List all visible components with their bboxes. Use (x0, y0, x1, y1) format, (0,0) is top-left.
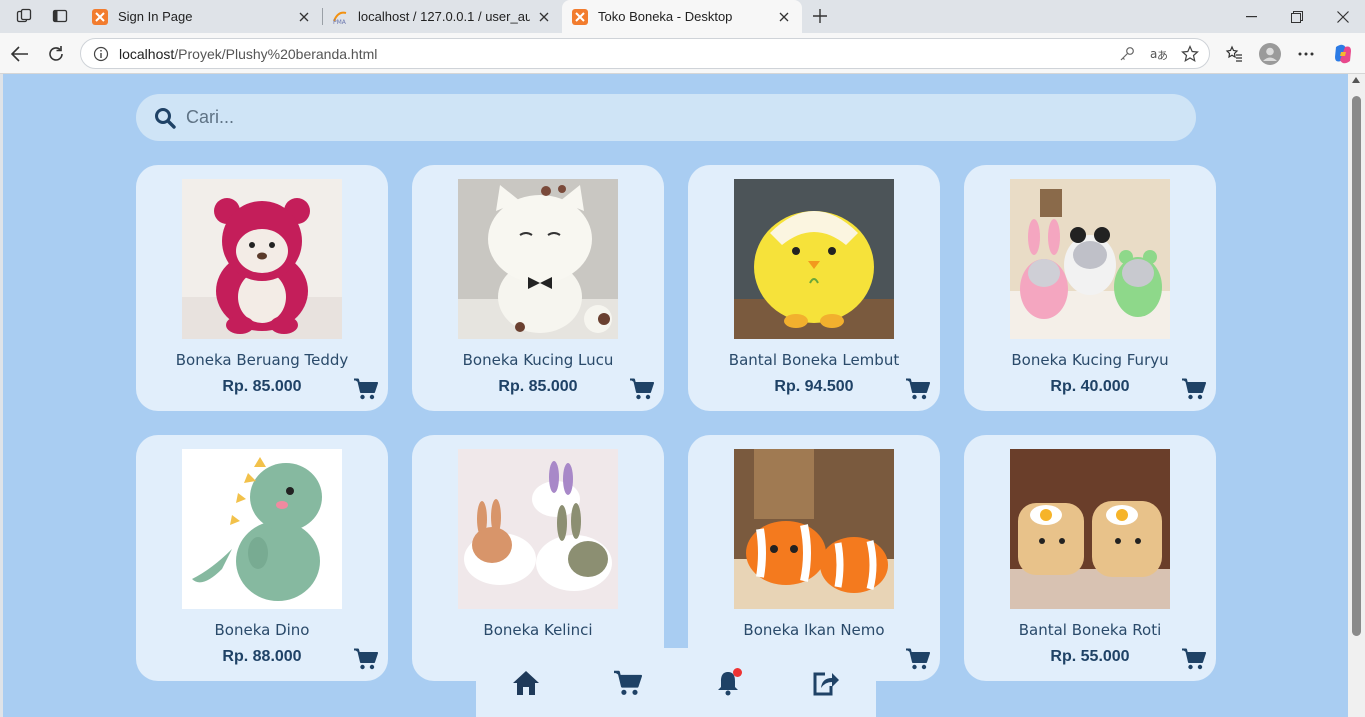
notification-badge (733, 668, 742, 677)
product-price: Rp. 85.000 (498, 378, 578, 395)
minimize-icon[interactable] (1228, 0, 1274, 33)
product-card[interactable]: Bantal Boneka Lembut Rp. 94.500 (688, 165, 940, 411)
url-path: /Proyek/Plushy%20beranda.html (174, 45, 378, 62)
product-name: Boneka Dino (214, 621, 310, 639)
product-name: Bantal Boneka Roti (1018, 621, 1162, 639)
product-name: Boneka Kucing Lucu (462, 351, 614, 369)
home-icon[interactable] (511, 668, 541, 698)
tab-sign-in[interactable]: Sign In Page (82, 0, 322, 33)
product-name: Bantal Boneka Lembut (728, 351, 900, 369)
phpmyadmin-icon: PMA (333, 11, 347, 25)
scroll-thumb[interactable] (1352, 96, 1361, 636)
product-image-teddy[interactable] (182, 179, 342, 339)
product-image-dino[interactable] (182, 449, 342, 609)
close-window-icon[interactable] (1320, 0, 1365, 33)
product-price: Rp. 88.000 (222, 648, 302, 665)
product-image-cat[interactable] (458, 179, 618, 339)
tab-toko-boneka[interactable]: Toko Boneka - Desktop (562, 0, 802, 33)
url-host: localhost (119, 45, 175, 62)
add-to-cart-icon[interactable] (1182, 378, 1206, 400)
search-bar[interactable] (136, 94, 1196, 141)
more-options-icon[interactable] (1291, 39, 1321, 69)
product-image-bread[interactable] (1010, 449, 1170, 609)
xampp-icon (572, 8, 588, 25)
browser-tab-bar: Sign In Page PMA localhost / 127.0.0.1 /… (0, 0, 1365, 33)
add-to-cart-icon[interactable] (354, 378, 378, 400)
tab-title: Toko Boneka - Desktop (598, 9, 733, 24)
workspaces-icon[interactable] (13, 5, 35, 27)
svg-text:あ: あ (1157, 49, 1168, 62)
scroll-up-arrow-icon[interactable] (1352, 77, 1360, 83)
restore-icon[interactable] (1274, 0, 1320, 33)
address-bar[interactable]: localhost/Proyek/Plushy%20beranda.html a… (80, 38, 1210, 69)
favorite-star-icon[interactable] (1180, 44, 1200, 64)
add-to-cart-icon[interactable] (1182, 648, 1206, 670)
product-card[interactable]: Boneka Kucing Furyu Rp. 40.000 (964, 165, 1216, 411)
product-image-furyu-cats[interactable] (1010, 179, 1170, 339)
logout-icon[interactable] (811, 668, 841, 698)
product-card[interactable]: Bantal Boneka Roti Rp. 55.000 (964, 435, 1216, 681)
add-to-cart-icon[interactable] (630, 378, 654, 400)
search-input[interactable] (186, 107, 1086, 128)
product-name: Boneka Beruang Teddy (175, 351, 349, 369)
favorites-icon[interactable] (1219, 39, 1249, 69)
product-name: Boneka Ikan Nemo (743, 621, 885, 639)
product-name: Boneka Kelinci (483, 621, 593, 639)
read-aloud-icon[interactable]: aあ (1149, 44, 1169, 64)
product-image-chick[interactable] (734, 179, 894, 339)
refresh-icon[interactable] (41, 39, 71, 69)
browser-toolbar: localhost/Proyek/Plushy%20beranda.html a… (0, 33, 1365, 74)
product-card[interactable]: Boneka Kucing Lucu Rp. 85.000 (412, 165, 664, 411)
key-icon[interactable] (1117, 44, 1137, 64)
xampp-icon (92, 8, 108, 25)
add-to-cart-icon[interactable] (906, 648, 930, 670)
product-price: Rp. 40.000 (1050, 378, 1130, 395)
page-scrollbar[interactable] (1348, 74, 1365, 717)
product-price: Rp. 55.000 (1050, 648, 1130, 665)
notifications-button[interactable] (713, 668, 743, 698)
product-image-nemo[interactable] (734, 449, 894, 609)
tab-title: localhost / 127.0.0.1 / user_auth / (358, 9, 530, 24)
svg-text:PMA: PMA (333, 19, 347, 25)
product-price: Rp. 94.500 (774, 378, 854, 395)
tab-phpmyadmin[interactable]: PMA localhost / 127.0.0.1 / user_auth / (322, 0, 562, 33)
copilot-icon[interactable] (1328, 39, 1358, 69)
product-name: Boneka Kucing Furyu (1011, 351, 1169, 369)
new-tab-icon[interactable] (809, 5, 831, 27)
product-card[interactable]: Boneka Dino Rp. 88.000 (136, 435, 388, 681)
product-price: Rp. 85.000 (222, 378, 302, 395)
close-tab-icon[interactable] (776, 9, 792, 25)
url-text: localhost/Proyek/Plushy%20beranda.html (119, 46, 377, 62)
close-tab-icon[interactable] (536, 9, 552, 25)
add-to-cart-icon[interactable] (354, 648, 378, 670)
product-image-rabbits[interactable] (458, 449, 618, 609)
search-icon (155, 107, 176, 129)
back-icon[interactable] (5, 39, 35, 69)
page-viewport: Boneka Beruang Teddy Rp. 85.000 Boneka K… (3, 74, 1348, 717)
product-card[interactable]: Boneka Kelinci (412, 435, 664, 681)
add-to-cart-icon[interactable] (906, 378, 930, 400)
tab-actions-icon[interactable] (49, 5, 71, 27)
product-card[interactable]: Boneka Ikan Nemo (688, 435, 940, 681)
bottom-nav (476, 648, 876, 717)
info-icon[interactable] (93, 46, 109, 62)
close-tab-icon[interactable] (296, 9, 312, 25)
profile-avatar[interactable] (1255, 39, 1285, 69)
cart-icon[interactable] (613, 668, 643, 698)
product-card[interactable]: Boneka Beruang Teddy Rp. 85.000 (136, 165, 388, 411)
tab-title: Sign In Page (118, 9, 193, 24)
